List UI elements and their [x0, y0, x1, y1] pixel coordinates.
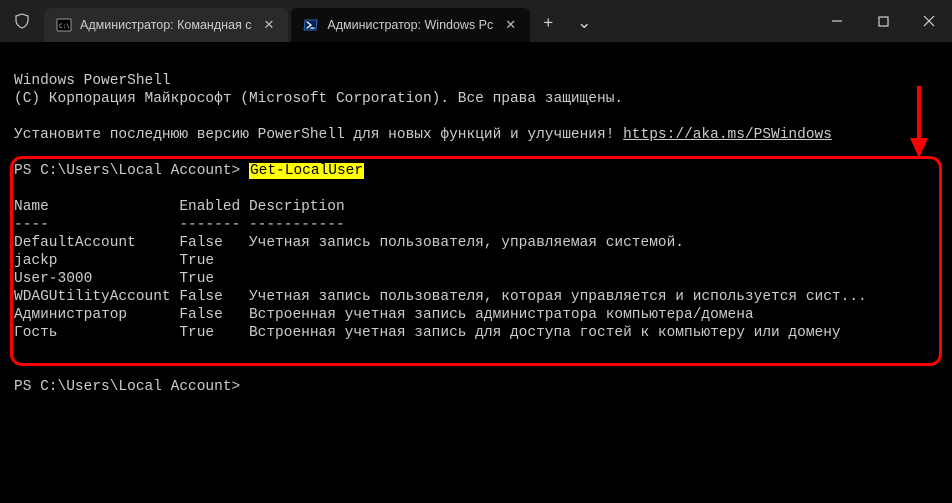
table-divider: ---- ------- -----------	[14, 217, 345, 233]
ps-update-link[interactable]: https://aka.ms/PSWindows	[623, 127, 832, 143]
window-controls	[814, 0, 952, 42]
table-row: Администратор False Встроенная учетная з…	[14, 307, 754, 323]
ps-header-line2: (C) Корпорация Майкрософт (Microsoft Cor…	[14, 91, 623, 107]
tab-powershell[interactable]: Администратор: Windows Pc ✕	[291, 8, 530, 42]
table-row: WDAGUtilityAccount False Учетная запись …	[14, 289, 867, 305]
close-icon[interactable]: ✕	[505, 17, 516, 33]
prompt-path: PS C:\Users\Local Account>	[14, 163, 249, 179]
admin-shield-icon	[0, 0, 44, 42]
plus-icon: +	[543, 13, 553, 33]
tab-cmd[interactable]: C:\ Администратор: Командная с ✕	[44, 8, 288, 42]
svg-text:C:\: C:\	[59, 23, 70, 30]
cmd-icon: C:\	[56, 17, 72, 33]
titlebar: C:\ Администратор: Командная с ✕ Админис…	[0, 0, 952, 42]
tab-strip: C:\ Администратор: Командная с ✕ Админис…	[44, 0, 530, 42]
powershell-icon	[303, 17, 319, 33]
table-row: jackp True	[14, 253, 214, 269]
prompt-path: PS C:\Users\Local Account>	[14, 379, 240, 395]
tab-label: Администратор: Windows Pc	[327, 18, 493, 32]
ps-header-line1: Windows PowerShell	[14, 73, 171, 89]
tab-label: Администратор: Командная с	[80, 18, 251, 32]
table-row: DefaultAccount False Учетная запись поль…	[14, 235, 684, 251]
ps-update-msg: Установите последнюю версию PowerShell д…	[14, 127, 623, 143]
minimize-button[interactable]	[814, 0, 860, 42]
table-row: User-3000 True	[14, 271, 214, 287]
table-header: Name Enabled Description	[14, 199, 345, 215]
command-text: Get-LocalUser	[249, 163, 364, 179]
new-tab-button[interactable]: +	[530, 6, 566, 40]
close-window-button[interactable]	[906, 0, 952, 42]
terminal-output[interactable]: Windows PowerShell (C) Корпорация Майкро…	[0, 42, 952, 396]
chevron-down-icon: ⌄	[577, 13, 591, 33]
close-icon[interactable]: ✕	[263, 17, 274, 33]
tab-dropdown-button[interactable]: ⌄	[566, 6, 602, 40]
maximize-button[interactable]	[860, 0, 906, 42]
table-row: Гость True Встроенная учетная запись для…	[14, 325, 841, 341]
